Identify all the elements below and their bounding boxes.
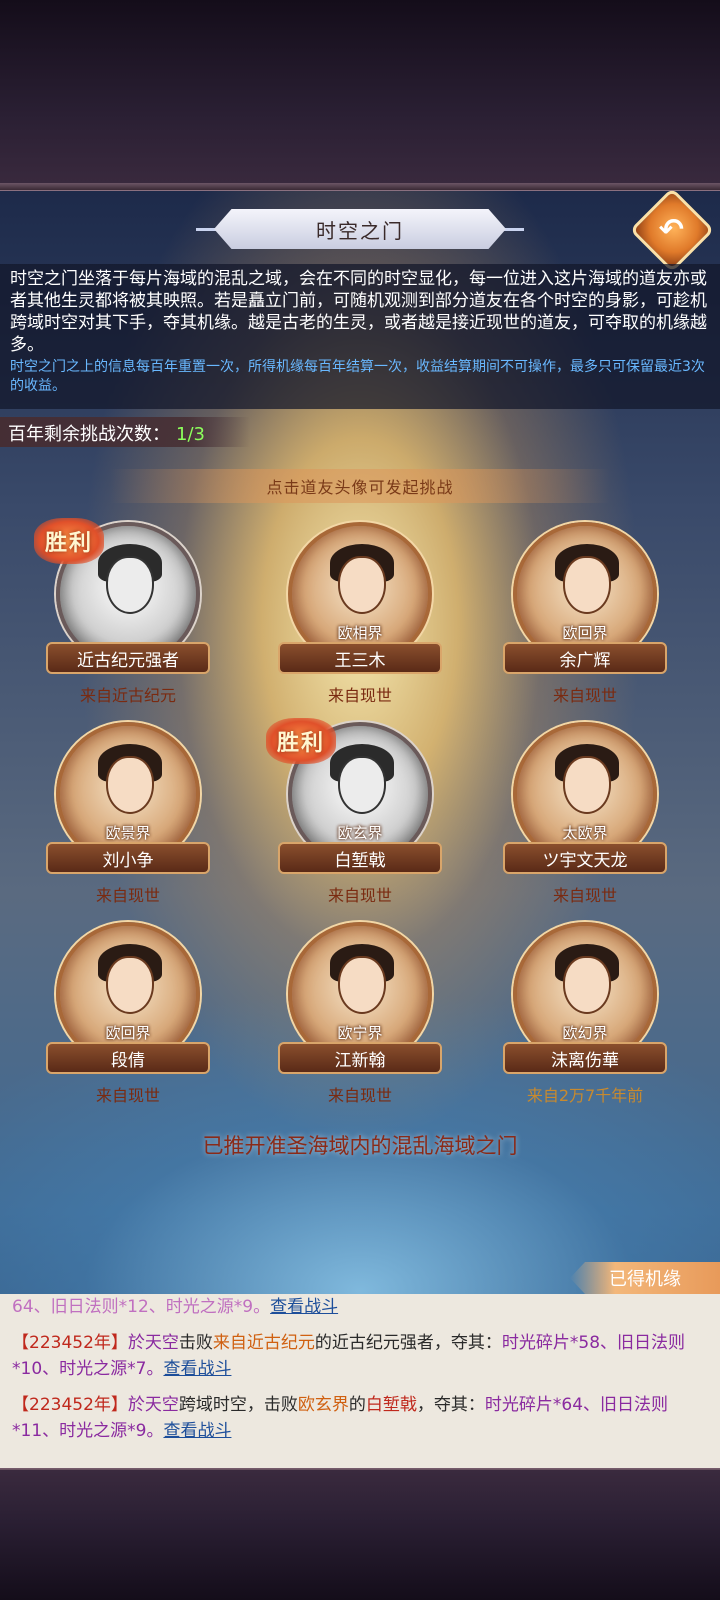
opponent-card[interactable]: 欧宁界江新翰来自现世 [270,922,450,1112]
opponent-card[interactable]: 近古纪元强者 来自近古纪元 胜利 [34,518,218,712]
opponent-origin: 来自现世 [327,886,392,905]
victory-badge: 胜利 [266,718,336,764]
top-bar [0,0,720,190]
battle-log: 64、旧日法则*12、时光之源*9。查看战斗 【223452年】於天空击败来自近… [0,1294,720,1468]
opponent-card[interactable]: 欧回界 段倩 来自现世 [38,922,218,1112]
face-shape [563,756,611,814]
opponent-name-plate: 刘小争 [46,842,210,874]
opponent-name: 江新翰 [334,1050,386,1071]
log-origin: 来自近古纪元 [212,1333,315,1353]
hint-bar: 点击道友头像可发起挑战 [110,469,610,503]
opponent-realm: 欧景界 [105,824,151,842]
opponent-name: 刘小争 [102,850,154,871]
opponent-name: 王三木 [334,650,386,671]
log-target: 的近古纪元强者，夺其： [314,1333,502,1353]
back-arrow-icon: ↶ [659,212,685,248]
opponent-origin: 来自现世 [95,1086,160,1105]
gains-tab-label: 已得机缘 [609,1269,681,1290]
remaining-challenges: 百年剩余挑战次数： 1/3 [0,417,250,447]
log-loot: 时光碎 [484,1395,536,1415]
face-shape [338,956,386,1014]
opponent-card[interactable]: 太欧界ツ宇文天龙来自现世 [495,722,675,912]
opponent-realm: 欧幻界 [562,1024,608,1042]
log-year: 【223452年】 [12,1333,128,1353]
remaining-value: 1/3 [176,424,205,445]
log-loot: 64、旧日法则*12、时光之源*9。 [12,1297,271,1317]
face-shape [106,956,154,1014]
title-plate: 时空之门 [214,209,506,249]
view-battle-link[interactable]: 查看战斗 [163,1421,231,1441]
opponent-name-plate: 近古纪元强者 [46,642,210,674]
log-year: 【223452年】 [12,1395,128,1415]
description-note: 时空之门之上的信息每百年重置一次，所得机缘每百年结算一次，收益结算期间不可操作，… [10,359,705,394]
view-battle-link[interactable]: 查看战斗 [270,1297,338,1317]
opponent-origin: 来自现世 [95,886,160,905]
view-battle-link[interactable]: 查看战斗 [163,1359,231,1379]
opponent-origin: 来自现世 [552,686,617,705]
victory-badge: 胜利 [34,518,104,564]
opponent-realm: 欧宁界 [337,1024,383,1042]
log-take: ，夺其： [416,1395,485,1415]
opponent-realm: 欧相界 [337,624,383,642]
opponent-name-plate: 王三木 [278,642,442,674]
opponent-card[interactable]: 欧幻界沫离伤華来自2万7千年前 [495,922,675,1112]
opponent-name-plate: 沫离伤華 [503,1042,667,1074]
log-action: 跨域时空，击败 [178,1395,298,1415]
opponent-card[interactable]: 欧景界刘小争来自现世 [38,722,218,912]
page-title: 时空之门 [316,218,404,243]
description-text: 时空之门坐落于每片海域的混乱之域，会在不同的时空显化，每一位进入这片海域的道友亦… [10,269,707,355]
log-action: 击败 [178,1333,213,1353]
opponent-card[interactable]: 欧相界王三木来自现世 [270,522,450,712]
opponent-card[interactable]: 欧玄界白堑戟来自现世 胜利 [266,718,450,912]
opponent-name: 段倩 [111,1050,145,1071]
face-shape [338,556,386,614]
opponent-name-plate: 余广辉 [503,642,667,674]
opponent-origin: 来自现世 [327,1086,392,1105]
opponent-realm: 太欧界 [562,824,608,842]
bottom-bar [0,1470,720,1600]
face-shape [338,756,386,814]
opponent-origin: 来自现世 [552,886,617,905]
opponent-name: 近古纪元强者 [77,650,179,671]
opponent-origin: 来自现世 [327,686,392,705]
opponent-name-plate: ツ宇文天龙 [503,842,667,874]
hint-text: 点击道友头像可发起挑战 [266,478,454,497]
opponent-card[interactable]: 欧回界余广辉来自现世 [495,522,675,712]
top-frame-edge [0,183,720,191]
opponent-name-plate: 江新翰 [278,1042,442,1074]
gains-tab[interactable]: 已得机缘 [570,1262,720,1294]
opponent-name: 余广辉 [559,650,611,671]
opponent-origin: 来自2万7千年前 [526,1086,644,1105]
description-panel: 时空之门坐落于每片海域的混乱之域，会在不同的时空显化，每一位进入这片海域的道友亦… [0,264,720,409]
remaining-label: 百年剩余挑战次数： [8,424,170,445]
face-shape [106,556,154,614]
opponent-name: 沫离伤華 [551,1050,619,1071]
opponent-realm: 欧回界 [562,624,608,642]
log-realm: 欧玄界 [297,1395,349,1415]
gate-status-text: 已推开准圣海域内的混乱海域之门 [202,1134,518,1158]
face-shape [563,556,611,614]
log-entry: 【223452年】於天空击败来自近古纪元的近古纪元强者，夺其：时光碎片*58、旧… [12,1330,708,1382]
opponent-name: 白堑戟 [334,850,386,871]
opponent-name-plate: 白堑戟 [278,842,442,874]
log-location: 於天空 [127,1395,179,1415]
log-target-name: 白堑戟 [365,1395,417,1415]
victory-text: 胜利 [44,531,93,556]
opponent-realm: 欧回界 [105,1024,151,1042]
log-connector: 的 [348,1395,366,1415]
opponent-name-plate: 段倩 [46,1042,210,1074]
log-location: 於天空 [127,1333,179,1353]
face-shape [106,756,154,814]
face-shape [563,956,611,1014]
victory-text: 胜利 [276,731,325,756]
opponent-origin: 来自近古纪元 [79,686,176,705]
log-entry: 【223452年】於天空跨域时空，击败欧玄界的白堑戟，夺其：时光碎片*64、旧日… [12,1392,708,1444]
log-line-partial: 64、旧日法则*12、时光之源*9。查看战斗 [12,1294,708,1320]
opponent-name: ツ宇文天龙 [542,850,628,871]
opponent-realm: 欧玄界 [337,824,383,842]
